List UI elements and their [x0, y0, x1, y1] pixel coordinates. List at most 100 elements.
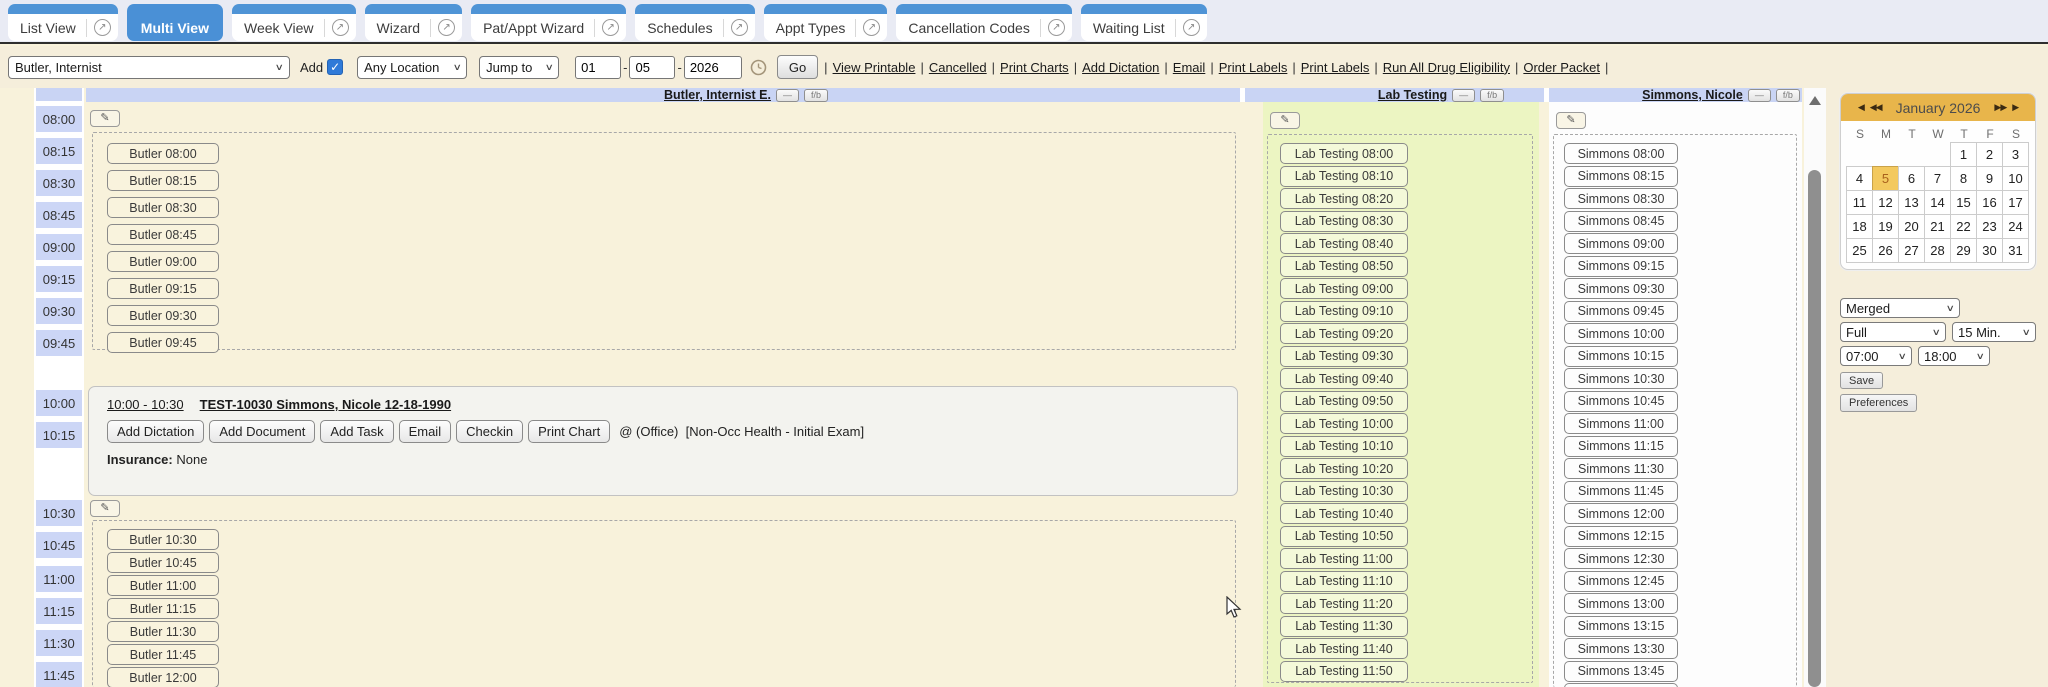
- calendar-day-20[interactable]: 20: [1898, 214, 1925, 239]
- calendar-day-30[interactable]: 30: [1976, 238, 2003, 263]
- tab-multi-view[interactable]: Multi View: [127, 4, 223, 41]
- slot-button-lab-testing-09-20[interactable]: Lab Testing 09:20: [1280, 323, 1408, 344]
- date-month-input[interactable]: [575, 56, 621, 79]
- slot-button-butler-10-45[interactable]: Butler 10:45: [107, 552, 219, 573]
- slot-button-lab-testing-09-50[interactable]: Lab Testing 09:50: [1280, 391, 1408, 412]
- calendar-day-8[interactable]: 8: [1950, 166, 1977, 191]
- provider-header-link[interactable]: Lab Testing: [1378, 88, 1447, 102]
- add-document-button[interactable]: Add Document: [209, 420, 315, 443]
- calendar-day-5[interactable]: 5: [1872, 166, 1899, 191]
- slot-button-butler-08-30[interactable]: Butler 08:30: [107, 197, 219, 218]
- slot-button-butler-09-30[interactable]: Butler 09:30: [107, 305, 219, 326]
- tab-cancellation-codes[interactable]: Cancellation Codes↗: [896, 4, 1071, 41]
- tab-week-view[interactable]: Week View↗: [232, 4, 356, 41]
- calendar-prev-year-icon[interactable]: ◀◀: [1870, 102, 1882, 113]
- slot-button-lab-testing-10-00[interactable]: Lab Testing 10:00: [1280, 413, 1408, 434]
- slot-button-partial[interactable]: [1564, 683, 1678, 687]
- fb-button[interactable]: f/b: [804, 89, 828, 102]
- slot-button-simmons-09-45[interactable]: Simmons 09:45: [1564, 301, 1678, 322]
- tab-appt-types[interactable]: Appt Types↗: [764, 4, 888, 41]
- calendar-day-19[interactable]: 19: [1872, 214, 1899, 239]
- collapse-column-button[interactable]: —: [1748, 89, 1771, 102]
- slot-button-simmons-12-15[interactable]: Simmons 12:15: [1564, 526, 1678, 547]
- calendar-day-2[interactable]: 2: [1976, 142, 2003, 167]
- calendar-day-28[interactable]: 28: [1924, 238, 1951, 263]
- calendar-day-15[interactable]: 15: [1950, 190, 1977, 215]
- calendar-day-11[interactable]: 11: [1846, 190, 1873, 215]
- calendar-day-27[interactable]: 27: [1898, 238, 1925, 263]
- slot-button-butler-11-45[interactable]: Butler 11:45: [107, 644, 219, 665]
- open-in-new-window-icon[interactable]: ↗: [863, 19, 880, 36]
- vertical-scrollbar[interactable]: [1804, 88, 1826, 687]
- calendar-day-1[interactable]: 1: [1950, 142, 1977, 167]
- calendar-day-24[interactable]: 24: [2002, 214, 2029, 239]
- slot-button-lab-testing-10-30[interactable]: Lab Testing 10:30: [1280, 481, 1408, 502]
- slot-button-lab-testing-08-10[interactable]: Lab Testing 08:10: [1280, 166, 1408, 187]
- jump-to-select[interactable]: Jump to ∨: [479, 56, 559, 79]
- clock-icon[interactable]: [750, 59, 767, 76]
- slot-button-butler-08-00[interactable]: Butler 08:00: [107, 143, 219, 164]
- slot-button-lab-testing-09-30[interactable]: Lab Testing 09:30: [1280, 346, 1408, 367]
- email-button[interactable]: Email: [399, 420, 452, 443]
- end-time-select[interactable]: 18:00 ∨: [1918, 346, 1990, 366]
- slot-button-lab-testing-08-40[interactable]: Lab Testing 08:40: [1280, 233, 1408, 254]
- slot-button-lab-testing-11-10[interactable]: Lab Testing 11:10: [1280, 571, 1408, 592]
- slot-button-lab-testing-08-50[interactable]: Lab Testing 08:50: [1280, 256, 1408, 277]
- collapse-column-button[interactable]: —: [1452, 89, 1475, 102]
- slot-button-simmons-08-00[interactable]: Simmons 08:00: [1564, 143, 1678, 164]
- slot-button-butler-11-15[interactable]: Butler 11:15: [107, 598, 219, 619]
- open-in-new-window-icon[interactable]: ↗: [602, 19, 619, 36]
- calendar-day-3[interactable]: 3: [2002, 142, 2029, 167]
- go-button[interactable]: Go: [777, 55, 818, 79]
- save-button[interactable]: Save: [1840, 372, 1883, 389]
- appointment-card[interactable]: 10:00 - 10:30 TEST-10030 Simmons, Nicole…: [88, 386, 1238, 496]
- slot-button-simmons-10-15[interactable]: Simmons 10:15: [1564, 346, 1678, 367]
- calendar-day-13[interactable]: 13: [1898, 190, 1925, 215]
- tab-schedules[interactable]: Schedules↗: [635, 4, 754, 41]
- calendar-next-year-icon[interactable]: ▶▶: [1994, 102, 2006, 113]
- slot-button-butler-09-00[interactable]: Butler 09:00: [107, 251, 219, 272]
- slot-button-lab-testing-08-30[interactable]: Lab Testing 08:30: [1280, 211, 1408, 232]
- slot-button-simmons-13-15[interactable]: Simmons 13:15: [1564, 616, 1678, 637]
- slot-button-simmons-10-30[interactable]: Simmons 10:30: [1564, 368, 1678, 389]
- open-in-new-window-icon[interactable]: ↗: [1048, 19, 1065, 36]
- toolbar-link-run-all-drug-eligibility[interactable]: Run All Drug Eligibility: [1383, 60, 1510, 75]
- slot-button-lab-testing-09-00[interactable]: Lab Testing 09:00: [1280, 278, 1408, 299]
- slot-button-lab-testing-08-00[interactable]: Lab Testing 08:00: [1280, 143, 1408, 164]
- location-select[interactable]: Any Location ∨: [357, 56, 467, 79]
- calendar-day-6[interactable]: 6: [1898, 166, 1925, 191]
- slot-button-simmons-08-15[interactable]: Simmons 08:15: [1564, 166, 1678, 187]
- slot-button-butler-09-45[interactable]: Butler 09:45: [107, 332, 219, 353]
- calendar-day-16[interactable]: 16: [1976, 190, 2003, 215]
- calendar-day-12[interactable]: 12: [1872, 190, 1899, 215]
- slot-button-simmons-11-30[interactable]: Simmons 11:30: [1564, 458, 1678, 479]
- slot-button-butler-11-00[interactable]: Butler 11:00: [107, 575, 219, 596]
- toolbar-link-view-printable[interactable]: View Printable: [833, 60, 916, 75]
- add-checkbox[interactable]: ✓: [327, 59, 343, 75]
- slot-button-simmons-10-45[interactable]: Simmons 10:45: [1564, 391, 1678, 412]
- slot-button-lab-testing-10-20[interactable]: Lab Testing 10:20: [1280, 458, 1408, 479]
- date-day-input[interactable]: [629, 56, 675, 79]
- slot-button-lab-testing-09-40[interactable]: Lab Testing 09:40: [1280, 368, 1408, 389]
- calendar-day-14[interactable]: 14: [1924, 190, 1951, 215]
- slot-button-simmons-09-15[interactable]: Simmons 09:15: [1564, 256, 1678, 277]
- toolbar-link-add-dictation[interactable]: Add Dictation: [1082, 60, 1159, 75]
- slot-button-simmons-08-30[interactable]: Simmons 08:30: [1564, 188, 1678, 209]
- slot-button-simmons-13-00[interactable]: Simmons 13:00: [1564, 593, 1678, 614]
- scroll-up-arrow-icon[interactable]: [1809, 96, 1821, 105]
- slot-button-butler-11-30[interactable]: Butler 11:30: [107, 621, 219, 642]
- calendar-day-22[interactable]: 22: [1950, 214, 1977, 239]
- view-mode-select[interactable]: Merged ∨: [1840, 298, 1960, 318]
- edit-schedule-icon[interactable]: ✎: [90, 110, 120, 127]
- open-in-new-window-icon[interactable]: ↗: [438, 19, 455, 36]
- start-time-select[interactable]: 07:00 ∨: [1840, 346, 1912, 366]
- slot-button-simmons-09-00[interactable]: Simmons 09:00: [1564, 233, 1678, 254]
- slot-button-lab-testing-11-20[interactable]: Lab Testing 11:20: [1280, 593, 1408, 614]
- calendar-prev-month-icon[interactable]: ◀: [1858, 102, 1864, 113]
- slot-button-lab-testing-10-10[interactable]: Lab Testing 10:10: [1280, 436, 1408, 457]
- tab-wizard[interactable]: Wizard↗: [365, 4, 463, 41]
- slot-button-lab-testing-11-50[interactable]: Lab Testing 11:50: [1280, 661, 1408, 682]
- edit-schedule-icon[interactable]: ✎: [90, 500, 120, 517]
- slot-button-simmons-11-15[interactable]: Simmons 11:15: [1564, 436, 1678, 457]
- slot-button-butler-10-30[interactable]: Butler 10:30: [107, 529, 219, 550]
